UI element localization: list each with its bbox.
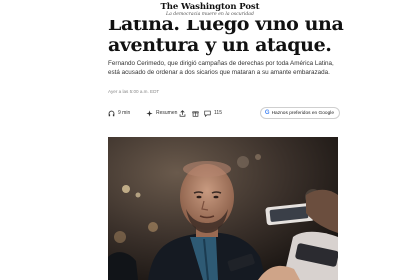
headphones-icon (108, 110, 115, 116)
gift-icon (192, 110, 199, 117)
sparkle-icon (146, 109, 153, 117)
google-preferred-button[interactable]: G Haznos preferidos en Google (259, 107, 340, 119)
article-headline: Latina. Luego vino una aventura y un ata… (108, 14, 368, 56)
read-time: 9 min (108, 106, 146, 120)
comment-icon (204, 110, 211, 117)
photo-illustration (108, 137, 338, 280)
summary-label: Resumen (156, 110, 178, 116)
google-icon: G (264, 110, 270, 116)
site-tagline: La democracia muere en la oscuridad (166, 12, 254, 17)
comments-button[interactable]: 115 (204, 106, 244, 120)
summary-button[interactable]: Resumen (146, 106, 179, 120)
share-icon (179, 109, 186, 117)
comments-count: 115 (214, 110, 222, 116)
article-timestamp: Ayer a las 5:00 a.m. EDT (108, 89, 160, 94)
masthead: The Washington Post La democracia muere … (0, 0, 420, 20)
gift-button[interactable] (192, 106, 204, 120)
article-toolbar: 9 min Resumen 115 G Haznos preferidos en… (108, 106, 340, 120)
google-preferred-label: Haznos preferidos en Google (271, 110, 334, 116)
site-logo[interactable]: The Washington Post (0, 0, 420, 12)
share-button[interactable] (179, 106, 192, 120)
read-time-label: 9 min (118, 110, 131, 116)
article-photo (108, 137, 338, 280)
headline-line-2: aventura y un ataque. (108, 34, 332, 56)
article-dek: Fernando Cerimedo, que dirigió campañas … (108, 60, 334, 76)
